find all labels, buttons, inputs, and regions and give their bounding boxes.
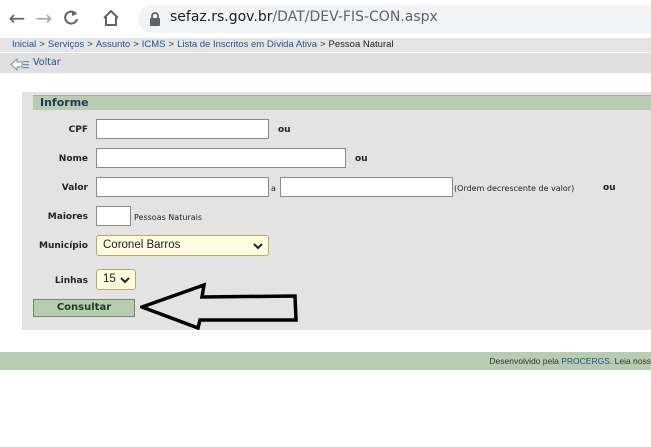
- chevron-down-icon: [253, 239, 263, 258]
- reload-icon[interactable]: [60, 6, 82, 30]
- chevron-down-icon: [120, 273, 130, 292]
- linhas-select[interactable]: 15: [96, 269, 136, 290]
- voltar-bar: [0, 53, 651, 73]
- form-title: Informe: [40, 96, 89, 109]
- nome-label: Nome: [58, 154, 88, 164]
- nome-ou-text: ou: [355, 154, 368, 164]
- valor-ou-text: ou: [603, 183, 616, 193]
- maiores-label: Maiores: [47, 212, 88, 222]
- cpf-label: CPF: [68, 125, 88, 135]
- valor-from-input[interactable]: [96, 177, 269, 197]
- footer-credit: Desenvolvido pela PROCERGS. Leia noss: [489, 356, 651, 366]
- breadcrumb-current: Pessoa Natural: [328, 39, 394, 50]
- back-arrow-icon[interactable]: ←: [6, 6, 28, 30]
- valor-order-note: (Ordem decrescente de valor): [454, 184, 575, 193]
- breadcrumb-link-inicial[interactable]: Inicial: [12, 39, 36, 50]
- maiores-suffix: Pessoas Naturais: [134, 213, 202, 222]
- valor-to-input[interactable]: [280, 177, 453, 197]
- voltar-link[interactable]: Voltar: [33, 57, 61, 68]
- cpf-input[interactable]: [96, 119, 269, 139]
- home-icon[interactable]: [100, 6, 122, 30]
- breadcrumb-link-assunto[interactable]: Assunto: [96, 39, 130, 50]
- valor-label: Valor: [61, 183, 88, 193]
- lock-icon: [149, 11, 161, 27]
- valor-connector: a: [271, 184, 276, 193]
- breadcrumb-link-icms[interactable]: ICMS: [142, 39, 166, 50]
- procergs-link[interactable]: PROCERGS.: [561, 356, 612, 366]
- back-page-icon[interactable]: [10, 56, 30, 72]
- nome-input[interactable]: [96, 148, 346, 168]
- breadcrumb-link-divida-ativa[interactable]: Lista de Inscritos em Dívida Ativa: [177, 39, 317, 50]
- breadcrumb: Inicial > Serviços > Assunto > ICMS > Lista de I…: [0, 38, 651, 52]
- forward-arrow-icon[interactable]: →: [33, 6, 55, 30]
- linhas-label: Linhas: [54, 276, 88, 286]
- form-panel-header: [33, 95, 651, 110]
- municipio-selected-value: Coronel Barros: [103, 239, 181, 251]
- municipio-select[interactable]: Coronel Barros: [96, 235, 269, 256]
- municipio-label: Município: [39, 241, 88, 251]
- linhas-selected-value: 15: [103, 273, 116, 285]
- annotation-arrow-icon: [140, 282, 298, 330]
- cpf-ou-text: ou: [278, 125, 291, 135]
- maiores-input[interactable]: [96, 206, 131, 226]
- breadcrumb-link-servicos[interactable]: Serviços: [48, 39, 84, 50]
- consultar-button[interactable]: Consultar: [33, 299, 135, 317]
- url-text[interactable]: sefaz.rs.gov.br/DAT/DEV-FIS-CON.aspx: [170, 9, 438, 25]
